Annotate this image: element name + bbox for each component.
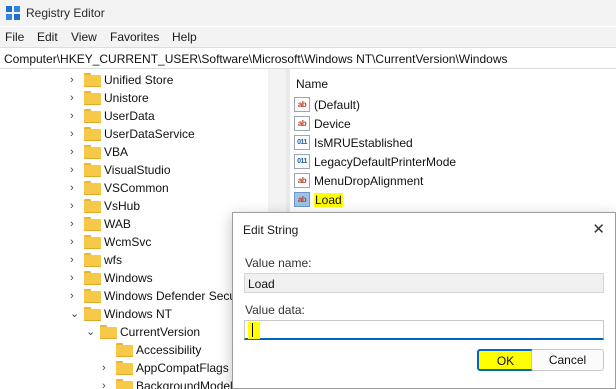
close-icon[interactable]: ✕: [592, 220, 605, 238]
tree-item-label: UserDataService: [104, 127, 195, 141]
string-value-icon: ab: [294, 97, 310, 112]
tree-item-label: Accessibility: [136, 343, 202, 357]
text-caret: [252, 323, 253, 337]
tree-item-label: Unistore: [104, 91, 149, 105]
cancel-button[interactable]: Cancel: [531, 349, 604, 371]
string-value-icon: ab: [294, 173, 310, 188]
folder-icon: [84, 73, 101, 87]
folder-icon: [84, 109, 101, 123]
tree-item-label: WAB: [104, 217, 131, 231]
chevron-right-icon[interactable]: ›: [70, 200, 80, 212]
value-data-input[interactable]: [244, 320, 604, 340]
value-name: Device: [314, 117, 351, 131]
value-data-label: Value data:: [245, 303, 305, 317]
folder-icon: [84, 127, 101, 141]
chevron-right-icon[interactable]: ›: [70, 254, 80, 266]
chevron-right-icon[interactable]: ›: [102, 362, 112, 374]
ok-button[interactable]: OK: [477, 349, 534, 371]
folder-icon: [116, 379, 133, 389]
chevron-down-icon[interactable]: ⌄: [86, 326, 96, 338]
value-name: LegacyDefaultPrinterMode: [314, 155, 457, 169]
tree-item-label: CurrentVersion: [120, 325, 201, 339]
chevron-right-icon[interactable]: ›: [70, 182, 80, 194]
menu-edit[interactable]: Edit: [37, 30, 58, 44]
folder-icon: [84, 271, 101, 285]
folder-icon: [84, 145, 101, 159]
chevron-right-icon[interactable]: ›: [70, 128, 80, 140]
menu-favorites[interactable]: Favorites: [110, 30, 159, 44]
folder-icon: [116, 343, 133, 357]
chevron-right-icon[interactable]: ›: [70, 290, 80, 302]
tree-item-label: wfs: [104, 253, 122, 267]
value-name-text: Load: [248, 277, 275, 291]
binary-value-icon: 011: [294, 135, 310, 150]
folder-icon: [84, 199, 101, 213]
address-path[interactable]: Computer\HKEY_CURRENT_USER\Software\Micr…: [4, 52, 507, 66]
folder-icon: [84, 163, 101, 177]
folder-icon: [84, 289, 101, 303]
column-header-name[interactable]: Name: [296, 77, 328, 91]
folder-icon: [84, 307, 101, 321]
tree-item-label: Unified Store: [104, 73, 174, 87]
binary-value-icon: 011: [294, 154, 310, 169]
chevron-right-icon[interactable]: ›: [70, 236, 80, 248]
tree-item-label: BackgroundModel: [136, 379, 233, 389]
value-name: IsMRUEstablished: [314, 136, 413, 150]
tree-item-label: UserData: [104, 109, 155, 123]
menu-view[interactable]: View: [71, 30, 97, 44]
chevron-right-icon[interactable]: ›: [70, 146, 80, 158]
tree-item-label: WcmSvc: [104, 235, 152, 249]
value-name: (Default): [314, 98, 361, 112]
string-value-icon: ab: [294, 116, 310, 131]
edit-string-dialog: Edit String ✕ Value name: Load Value dat…: [232, 212, 616, 389]
chevron-right-icon[interactable]: ›: [70, 74, 80, 86]
tree-item-label: VsHub: [104, 199, 141, 213]
chevron-right-icon[interactable]: ›: [102, 380, 112, 389]
chevron-down-icon[interactable]: ⌄: [70, 308, 80, 320]
tree-item-label: Windows NT: [104, 307, 173, 321]
string-value-icon: ab: [294, 192, 310, 207]
text-caret-highlight: [248, 322, 260, 339]
folder-icon: [100, 325, 117, 339]
menu-file[interactable]: File: [5, 30, 24, 44]
registry-editor-icon: [6, 6, 20, 20]
key-tree: › Unified Store › Unistore › UserData › …: [0, 69, 270, 389]
menu-help[interactable]: Help: [172, 30, 197, 44]
menu-bar: File Edit View Favorites Help: [0, 27, 616, 47]
tree-item-label: Windows Defender Secur: [104, 289, 241, 303]
folder-icon: [84, 217, 101, 231]
tree-item-label: VisualStudio: [104, 163, 171, 177]
folder-icon: [116, 361, 133, 375]
value-name-field: Load: [244, 273, 604, 293]
title-bar: Registry Editor: [0, 0, 616, 26]
window-title: Registry Editor: [26, 6, 105, 20]
address-bar[interactable]: Computer\HKEY_CURRENT_USER\Software\Micr…: [0, 47, 616, 69]
chevron-right-icon[interactable]: ›: [70, 272, 80, 284]
chevron-right-icon[interactable]: ›: [70, 164, 80, 176]
tree-item-label: VBA: [104, 145, 129, 159]
chevron-right-icon[interactable]: ›: [70, 110, 80, 122]
folder-icon: [84, 253, 101, 267]
folder-icon: [84, 235, 101, 249]
value-name: MenuDropAlignment: [314, 174, 424, 188]
dialog-title: Edit String: [243, 223, 299, 237]
tree-item-label: AppCompatFlags: [136, 361, 229, 375]
chevron-right-icon[interactable]: ›: [70, 218, 80, 230]
tree-item-label: VSCommon: [104, 181, 169, 195]
value-name: Load: [314, 193, 343, 207]
folder-icon: [84, 181, 101, 195]
value-name-label: Value name:: [245, 256, 312, 270]
chevron-right-icon[interactable]: ›: [70, 92, 80, 104]
tree-item-label: Windows: [104, 271, 153, 285]
folder-icon: [84, 91, 101, 105]
